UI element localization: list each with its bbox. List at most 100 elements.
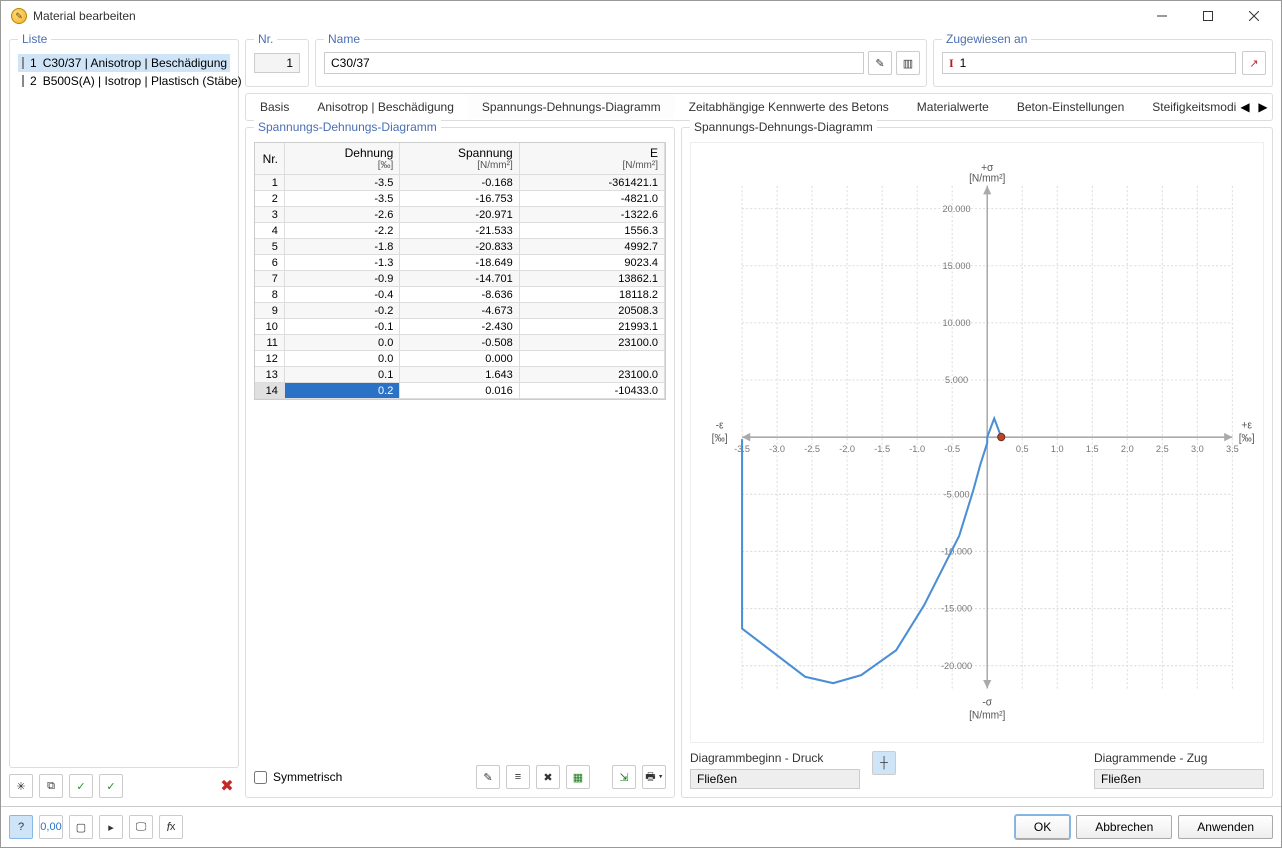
table-row[interactable]: 2-3.5-16.753-4821.0 — [255, 191, 665, 207]
tab[interactable]: Steifigkeitsmodifizierung — [1138, 93, 1236, 121]
pick-icon[interactable]: ↗ — [1242, 51, 1266, 75]
svg-text:5.000: 5.000 — [945, 374, 968, 385]
tab[interactable]: Anisotrop | Beschädigung — [303, 93, 468, 121]
svg-text:+ε: +ε — [1241, 420, 1252, 431]
ok-button[interactable]: OK — [1015, 815, 1070, 839]
diagram-end-value[interactable]: Fließen — [1094, 769, 1264, 789]
table-row[interactable]: 6-1.3-18.6499023.4 — [255, 255, 665, 271]
svg-text:[N/mm²]: [N/mm²] — [969, 173, 1005, 184]
list-panel: Liste 1 C30/37 | Anisotrop | Beschädigun… — [9, 39, 239, 768]
table-panel: Spannungs-Dehnungs-Diagramm Nr. Dehnung[… — [245, 127, 675, 798]
units-icon[interactable]: 0,00 — [39, 815, 63, 839]
delete-icon[interactable]: ✖ — [215, 774, 239, 798]
col-dehnung: Dehnung — [291, 146, 393, 160]
table-row[interactable]: 7-0.9-14.70113862.1 — [255, 271, 665, 287]
svg-text:3.5: 3.5 — [1226, 443, 1239, 454]
table-row[interactable]: 10-0.1-2.43021993.1 — [255, 319, 665, 335]
assigned-value: 1 — [960, 56, 967, 70]
minimize-button[interactable] — [1139, 1, 1185, 31]
svg-text:-5.000: -5.000 — [944, 488, 970, 499]
svg-text:1.0: 1.0 — [1051, 443, 1064, 454]
table-row[interactable]: 110.0-0.50823100.0 — [255, 335, 665, 351]
tab[interactable]: Zeitabhängige Kennwerte des Betons — [675, 93, 903, 121]
chart-panel-title: Spannungs-Dehnungs-Diagramm — [690, 120, 877, 134]
app-icon: ✎ — [11, 8, 27, 24]
maximize-button[interactable] — [1185, 1, 1231, 31]
edit-name-icon[interactable]: ✎ — [868, 51, 892, 75]
material-color-swatch — [22, 75, 24, 87]
svg-text:15.000: 15.000 — [943, 260, 971, 271]
svg-text:-ε: -ε — [716, 420, 724, 431]
material-color-swatch — [22, 57, 24, 69]
list-toolbar: ✳ ⧉ ✓ ✓ ✖ — [9, 768, 239, 798]
svg-text:20.000: 20.000 — [943, 203, 971, 214]
svg-text:1.5: 1.5 — [1086, 443, 1099, 454]
table-row[interactable]: 5-1.8-20.8334992.7 — [255, 239, 665, 255]
table-row[interactable]: 120.00.000 — [255, 351, 665, 367]
assigned-box[interactable]: I 1 — [942, 52, 1236, 74]
tab[interactable]: Beton-Einstellungen — [1003, 93, 1138, 121]
list-item[interactable]: 2 B500S(A) | Isotrop | Plastisch (Stäbe) — [18, 72, 230, 90]
help-icon[interactable]: ? — [9, 815, 33, 839]
svg-text:-10.000: -10.000 — [941, 545, 972, 556]
view-flag-icon[interactable]: ▸ — [99, 815, 123, 839]
diagram-start-value[interactable]: Fließen — [690, 769, 860, 789]
library-icon[interactable]: ▥ — [896, 51, 920, 75]
window-title: Material bearbeiten — [33, 9, 136, 23]
svg-text:-3.0: -3.0 — [769, 443, 785, 454]
copy-icon[interactable]: ⧉ — [39, 774, 63, 798]
tab[interactable]: Basis — [246, 93, 303, 121]
check-out-icon[interactable]: ✓ — [99, 774, 123, 798]
col-spannung: Spannung — [406, 146, 512, 160]
diagram-center-icon[interactable]: ┼ — [872, 751, 896, 775]
svg-text:0.5: 0.5 — [1016, 443, 1029, 454]
name-input[interactable] — [324, 52, 864, 74]
check-in-icon[interactable]: ✓ — [69, 774, 93, 798]
table-row[interactable]: 9-0.2-4.67320508.3 — [255, 303, 665, 319]
chart-area: -3.5-3.0-2.5-2.0-1.5-1.0-0.50.51.01.52.0… — [690, 142, 1264, 743]
apply-button[interactable]: Anwenden — [1178, 815, 1273, 839]
close-button[interactable] — [1231, 1, 1277, 31]
view-square-icon[interactable]: ▢ — [69, 815, 93, 839]
svg-text:-0.5: -0.5 — [944, 443, 960, 454]
row-edit-icon[interactable]: ✎ — [476, 765, 500, 789]
list-panel-title: Liste — [18, 32, 51, 46]
table-row[interactable]: 1-3.5-0.168-361421.1 — [255, 175, 665, 191]
table-row[interactable]: 130.11.64323100.0 — [255, 367, 665, 383]
new-icon[interactable]: ✳ — [9, 774, 33, 798]
excel-icon[interactable]: ▦ — [566, 765, 590, 789]
cancel-button[interactable]: Abbrechen — [1076, 815, 1172, 839]
table-panel-title: Spannungs-Dehnungs-Diagramm — [254, 120, 441, 134]
nr-value: 1 — [254, 53, 300, 73]
svg-text:-1.0: -1.0 — [909, 443, 925, 454]
view-fx-icon[interactable]: fx — [159, 815, 183, 839]
svg-text:-1.5: -1.5 — [874, 443, 890, 454]
titlebar: ✎ Material bearbeiten — [1, 1, 1281, 31]
print-icon[interactable]: 🖶 ▾ — [642, 765, 666, 789]
diagram-start-label: Diagrammbeginn - Druck — [690, 751, 860, 765]
export-icon[interactable]: ⇲ — [612, 765, 636, 789]
symmetric-checkbox[interactable]: Symmetrisch — [254, 770, 342, 784]
stress-strain-table[interactable]: Nr. Dehnung[‰] Spannung[N/mm²] E[N/mm²] … — [254, 142, 666, 400]
svg-text:-15.000: -15.000 — [941, 603, 972, 614]
table-row[interactable]: 3-2.6-20.971-1322.6 — [255, 207, 665, 223]
col-nr: Nr. — [261, 152, 278, 166]
table-row[interactable]: 8-0.4-8.63618118.2 — [255, 287, 665, 303]
nr-panel: Nr. 1 — [245, 39, 309, 87]
tab-scroll-left[interactable]: ◀ — [1236, 100, 1254, 114]
svg-text:3.0: 3.0 — [1191, 443, 1204, 454]
list-item[interactable]: 1 C30/37 | Anisotrop | Beschädigung — [18, 54, 230, 72]
table-row[interactable]: 4-2.2-21.5331556.3 — [255, 223, 665, 239]
tab-scroll-right[interactable]: ▶ — [1254, 100, 1272, 114]
diagram-end-label: Diagrammende - Zug — [1094, 751, 1264, 765]
svg-text:[‰]: [‰] — [712, 433, 728, 444]
tab[interactable]: Spannungs-Dehnungs-Diagramm — [468, 93, 675, 121]
row-sort-icon[interactable]: ≡ — [506, 765, 530, 789]
svg-text:[N/mm²]: [N/mm²] — [969, 710, 1005, 721]
name-panel-title: Name — [324, 32, 364, 46]
view-monitor-icon[interactable]: 🖵 — [129, 815, 153, 839]
svg-text:-2.5: -2.5 — [804, 443, 820, 454]
row-delete-icon[interactable]: ✖ — [536, 765, 560, 789]
table-row[interactable]: 140.20.016-10433.0 — [255, 383, 665, 399]
tab[interactable]: Materialwerte — [903, 93, 1003, 121]
